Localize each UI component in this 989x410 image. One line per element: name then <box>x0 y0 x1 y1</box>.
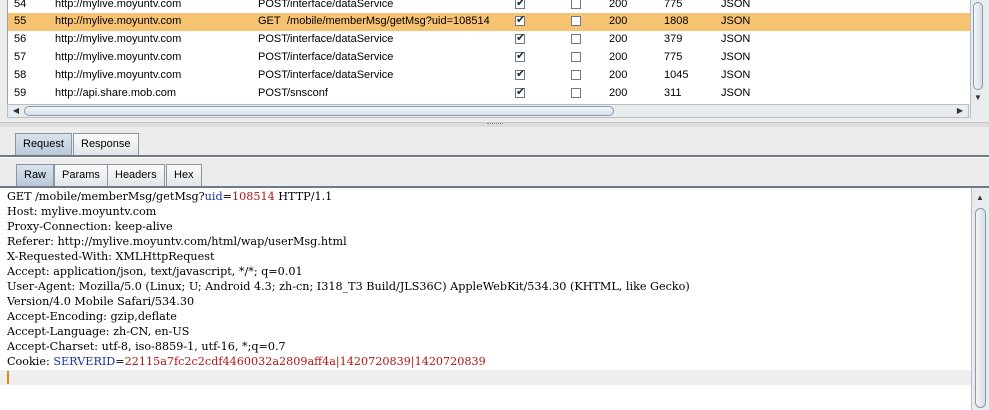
edited-checkbox[interactable] <box>515 85 525 98</box>
editor-scroll-thumb[interactable] <box>975 208 986 408</box>
tab-raw[interactable]: Raw <box>16 164 55 186</box>
row-status: 200 <box>609 51 628 63</box>
table-row[interactable]: 55 http://mylive.moyuntv.com GET/mobile/me… <box>8 13 970 31</box>
text-caret <box>7 371 9 384</box>
row-mime: JSON <box>721 0 751 10</box>
cookie-name: SERVERID <box>53 355 116 368</box>
row-length: 1808 <box>664 15 689 27</box>
header-line[interactable]: Accept-Charset: utf-8, iso-8859-1, utf-1… <box>7 340 286 355</box>
row-method: POST <box>258 33 288 45</box>
header-line[interactable]: Host: mylive.moyuntv.com <box>7 205 156 220</box>
scroll-right-icon[interactable]: ▶ <box>953 105 967 117</box>
row-status: 200 <box>609 0 628 10</box>
vertical-scroll-thumb[interactable] <box>973 2 983 90</box>
header-line[interactable]: Accept-Language: zh-CN, en-US <box>7 325 189 340</box>
history-vertical-scrollbar[interactable]: ▼ <box>970 0 985 118</box>
row-url: /mobile/memberMsg/getMsg?uid=108514 <box>287 15 490 27</box>
row-mime: JSON <box>721 51 751 63</box>
scroll-up-icon[interactable]: ▲ <box>973 192 987 204</box>
cookie-line[interactable]: Cookie: SERVERID=22115a7fc2c2cdf4460032a… <box>7 355 486 370</box>
history-table: 54 http://mylive.moyuntv.com POST/interfac… <box>7 0 971 104</box>
row-mime: JSON <box>721 15 751 27</box>
edited-checkbox[interactable] <box>515 49 525 62</box>
cookie-value: 22115a7fc2c2cdf4460032a2809aff4a|1420720… <box>124 355 486 368</box>
cookies-checkbox[interactable] <box>571 52 581 62</box>
row-length: 775 <box>664 51 683 63</box>
cookies-checkbox[interactable] <box>571 16 581 26</box>
row-status: 200 <box>609 69 628 81</box>
row-url: /interface/dataService <box>287 33 394 45</box>
edited-checkbox[interactable] <box>515 67 525 80</box>
table-row[interactable]: 57 http://mylive.moyuntv.com POST/interfac… <box>8 49 970 67</box>
cookies-checkbox[interactable] <box>571 70 581 80</box>
row-number: 59 <box>14 87 27 99</box>
row-length: 379 <box>664 33 683 45</box>
view-tab-bar: Raw Params Headers Hex <box>0 158 989 188</box>
row-url: /interface/dataService <box>287 69 394 81</box>
table-row[interactable]: 56 http://mylive.moyuntv.com POST/interfac… <box>8 31 970 49</box>
scroll-left-icon[interactable]: ◀ <box>9 105 23 117</box>
row-number: 56 <box>14 33 27 45</box>
row-mime: JSON <box>721 69 751 81</box>
header-line[interactable]: User-Agent: Mozilla/5.0 (Linux; U; Andro… <box>7 280 690 295</box>
row-host: http://mylive.moyuntv.com <box>55 15 182 27</box>
row-method: GET <box>258 15 281 27</box>
table-row[interactable]: 59 http://api.share.mob.com POST/snsconf 20… <box>8 85 970 103</box>
editor-vertical-scrollbar[interactable]: ▲ <box>971 188 989 410</box>
header-line[interactable]: Version/4.0 Mobile Safari/534.30 <box>7 295 194 310</box>
cookies-checkbox[interactable] <box>571 88 581 98</box>
row-number: 54 <box>14 0 27 10</box>
request-line[interactable]: GET /mobile/memberMsg/getMsg?uid=108514 … <box>7 190 332 205</box>
header-line[interactable]: Referer: http://mylive.moyuntv.com/html/… <box>7 235 347 250</box>
table-row[interactable]: 54 http://mylive.moyuntv.com POST/interfac… <box>8 0 970 14</box>
table-row[interactable]: 58 http://mylive.moyuntv.com POST/interfac… <box>8 67 970 85</box>
row-length: 311 <box>664 87 682 99</box>
scroll-down-icon[interactable]: ▼ <box>971 92 985 104</box>
row-mime: JSON <box>721 87 751 99</box>
row-length: 775 <box>664 0 683 10</box>
row-number: 58 <box>14 69 27 81</box>
tab-params[interactable]: Params <box>54 164 108 186</box>
horizontal-scroll-thumb[interactable] <box>24 106 614 116</box>
header-line[interactable]: Accept-Encoding: gzip,deflate <box>7 310 177 325</box>
row-method: POST <box>258 0 288 10</box>
row-host: http://mylive.moyuntv.com <box>55 69 182 81</box>
row-number: 57 <box>14 51 27 63</box>
row-host: http://mylive.moyuntv.com <box>55 0 182 10</box>
tab-request[interactable]: Request <box>15 133 72 155</box>
row-host: http://mylive.moyuntv.com <box>55 51 182 63</box>
row-url: /interface/dataService <box>287 0 394 10</box>
row-status: 200 <box>609 33 628 45</box>
edited-checkbox[interactable] <box>515 13 525 26</box>
row-method: POST <box>258 69 288 81</box>
row-method: POST <box>258 51 288 63</box>
cookies-checkbox[interactable] <box>571 34 581 44</box>
proxy-history-panel: 54 http://mylive.moyuntv.com POST/interfac… <box>0 0 989 122</box>
tab-headers[interactable]: Headers <box>107 164 165 186</box>
query-param-value: 108514 <box>232 190 275 203</box>
current-line-highlight <box>0 370 971 385</box>
row-url: /snsconf <box>287 87 328 99</box>
row-url: /interface/dataService <box>287 51 394 63</box>
header-line[interactable]: X-Requested-With: XMLHttpRequest <box>7 250 215 265</box>
edited-checkbox[interactable] <box>515 0 525 9</box>
edited-checkbox[interactable] <box>515 31 525 44</box>
tab-response[interactable]: Response <box>73 133 139 155</box>
row-status: 200 <box>609 15 628 27</box>
row-number: 55 <box>14 15 27 27</box>
history-horizontal-scrollbar[interactable]: ◀ ▶ <box>7 104 969 118</box>
message-tab-bar: Request Response <box>0 127 989 157</box>
header-line[interactable]: Accept: application/json, text/javascrip… <box>7 265 303 280</box>
cookies-checkbox[interactable] <box>571 0 581 9</box>
query-param-name: uid <box>204 190 223 203</box>
raw-request-editor[interactable]: GET /mobile/memberMsg/getMsg?uid=108514 … <box>0 188 971 410</box>
header-line[interactable]: Proxy-Connection: keep-alive <box>7 220 173 235</box>
row-host: http://api.share.mob.com <box>55 87 177 99</box>
row-length: 1045 <box>664 69 689 81</box>
row-method: POST <box>258 87 288 99</box>
row-mime: JSON <box>721 33 751 45</box>
row-host: http://mylive.moyuntv.com <box>55 33 182 45</box>
tab-hex[interactable]: Hex <box>166 164 202 186</box>
row-status: 200 <box>609 87 628 99</box>
